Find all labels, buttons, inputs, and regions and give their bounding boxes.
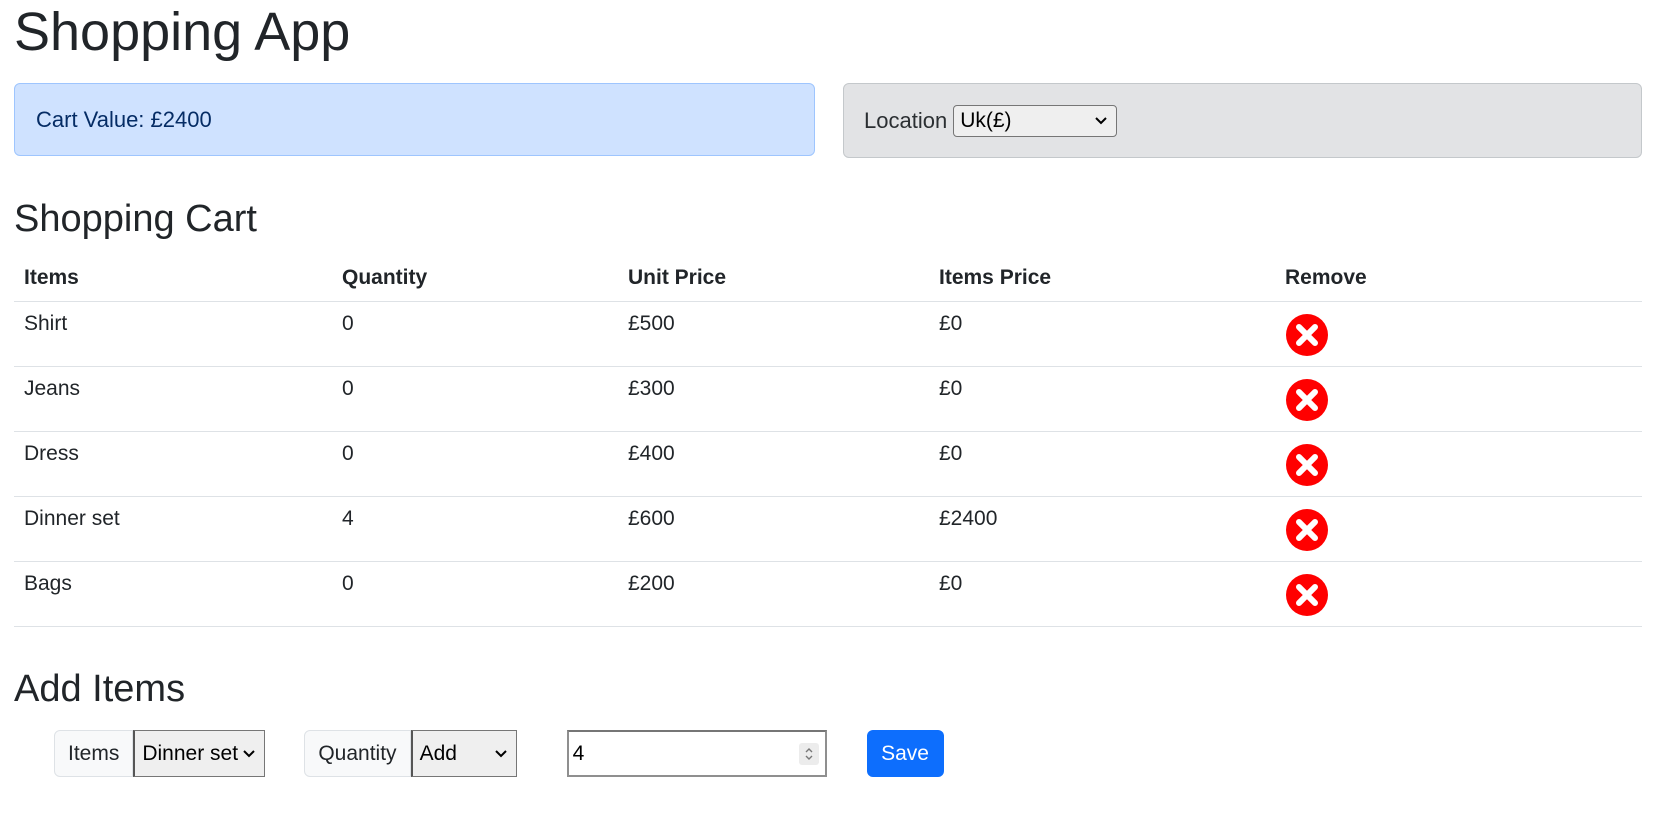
table-row: Shirt 0 £500 £0 (14, 301, 1642, 367)
number-spinner[interactable] (798, 742, 819, 765)
cell-quantity: 0 (332, 301, 618, 367)
header-items-price: Items Price (929, 256, 1275, 302)
cell-items-price: £2400 (929, 496, 1275, 562)
chevron-down-icon (1095, 116, 1107, 124)
cell-items-price: £0 (929, 431, 1275, 497)
remove-circle-x-icon[interactable] (1285, 378, 1329, 422)
quantity-label: Quantity (304, 730, 411, 777)
shopping-cart-title: Shopping Cart (14, 198, 257, 240)
app-title: Shopping App (14, 2, 351, 62)
quantity-input-group: Quantity Add (304, 730, 517, 777)
header-unit-price: Unit Price (618, 256, 929, 302)
remove-circle-x-icon[interactable] (1285, 508, 1329, 552)
cell-unit-price: £500 (618, 301, 929, 367)
header-quantity: Quantity (332, 256, 618, 302)
items-selected-value: Dinner set (142, 741, 239, 765)
cell-quantity: 0 (332, 431, 618, 497)
header-remove: Remove (1275, 256, 1642, 302)
cart-table: Items Quantity Unit Price Items Price Re… (14, 256, 1642, 627)
cell-items-price: £0 (929, 301, 1275, 367)
cell-remove (1275, 301, 1642, 367)
cell-unit-price: £200 (618, 561, 929, 627)
cell-item: Shirt (14, 301, 332, 367)
table-row: Dress 0 £400 £0 (14, 431, 1642, 497)
add-items-form: Items Dinner set Quantity Add 4 Save (54, 730, 944, 777)
table-row: Jeans 0 £300 £0 (14, 366, 1642, 432)
chevron-down-icon (494, 749, 507, 757)
action-selected-value: Add (419, 741, 457, 765)
cell-item: Bags (14, 561, 332, 627)
shopping-app-page: Shopping App Cart Value: £2400 Location … (0, 0, 1661, 837)
cell-items-price: £0 (929, 366, 1275, 432)
location-select[interactable]: Uk(£) (953, 104, 1118, 137)
items-input-group: Items Dinner set (54, 730, 266, 777)
cart-value-label: Cart Value: (36, 106, 151, 132)
cell-unit-price: £400 (618, 431, 929, 497)
table-row: Dinner set 4 £600 £2400 (14, 496, 1642, 562)
cell-unit-price: £600 (618, 496, 929, 562)
items-label: Items (54, 730, 134, 777)
remove-circle-x-icon[interactable] (1285, 573, 1329, 617)
cell-quantity: 4 (332, 496, 618, 562)
spinner-arrows-icon (805, 747, 813, 760)
location-label: Location (864, 107, 948, 133)
cell-remove (1275, 561, 1642, 627)
table-row: Bags 0 £200 £0 (14, 561, 1642, 627)
chevron-down-icon (243, 749, 256, 757)
quantity-input-value: 4 (572, 741, 585, 765)
location-selected-value: Uk(£) (960, 108, 1012, 132)
quantity-number-input[interactable]: 4 (566, 730, 827, 777)
cell-remove (1275, 496, 1642, 562)
items-select[interactable]: Dinner set (133, 730, 266, 777)
cell-item: Dinner set (14, 496, 332, 562)
cart-table-header-row: Items Quantity Unit Price Items Price Re… (14, 256, 1642, 302)
cell-quantity: 0 (332, 366, 618, 432)
cell-item: Jeans (14, 366, 332, 432)
add-items-title: Add Items (14, 668, 186, 710)
remove-circle-x-icon[interactable] (1285, 443, 1329, 487)
cell-remove (1275, 366, 1642, 432)
remove-circle-x-icon[interactable] (1285, 313, 1329, 357)
cart-value-alert: Cart Value: £2400 (14, 83, 815, 156)
cart-value-amount: £2400 (150, 106, 212, 132)
action-select[interactable]: Add (410, 730, 517, 777)
location-panel: Location Uk(£) (843, 83, 1642, 158)
cell-remove (1275, 431, 1642, 497)
cell-unit-price: £300 (618, 366, 929, 432)
header-items: Items (14, 256, 332, 302)
cell-items-price: £0 (929, 561, 1275, 627)
save-button[interactable]: Save (866, 730, 944, 777)
cell-item: Dress (14, 431, 332, 497)
cell-quantity: 0 (332, 561, 618, 627)
